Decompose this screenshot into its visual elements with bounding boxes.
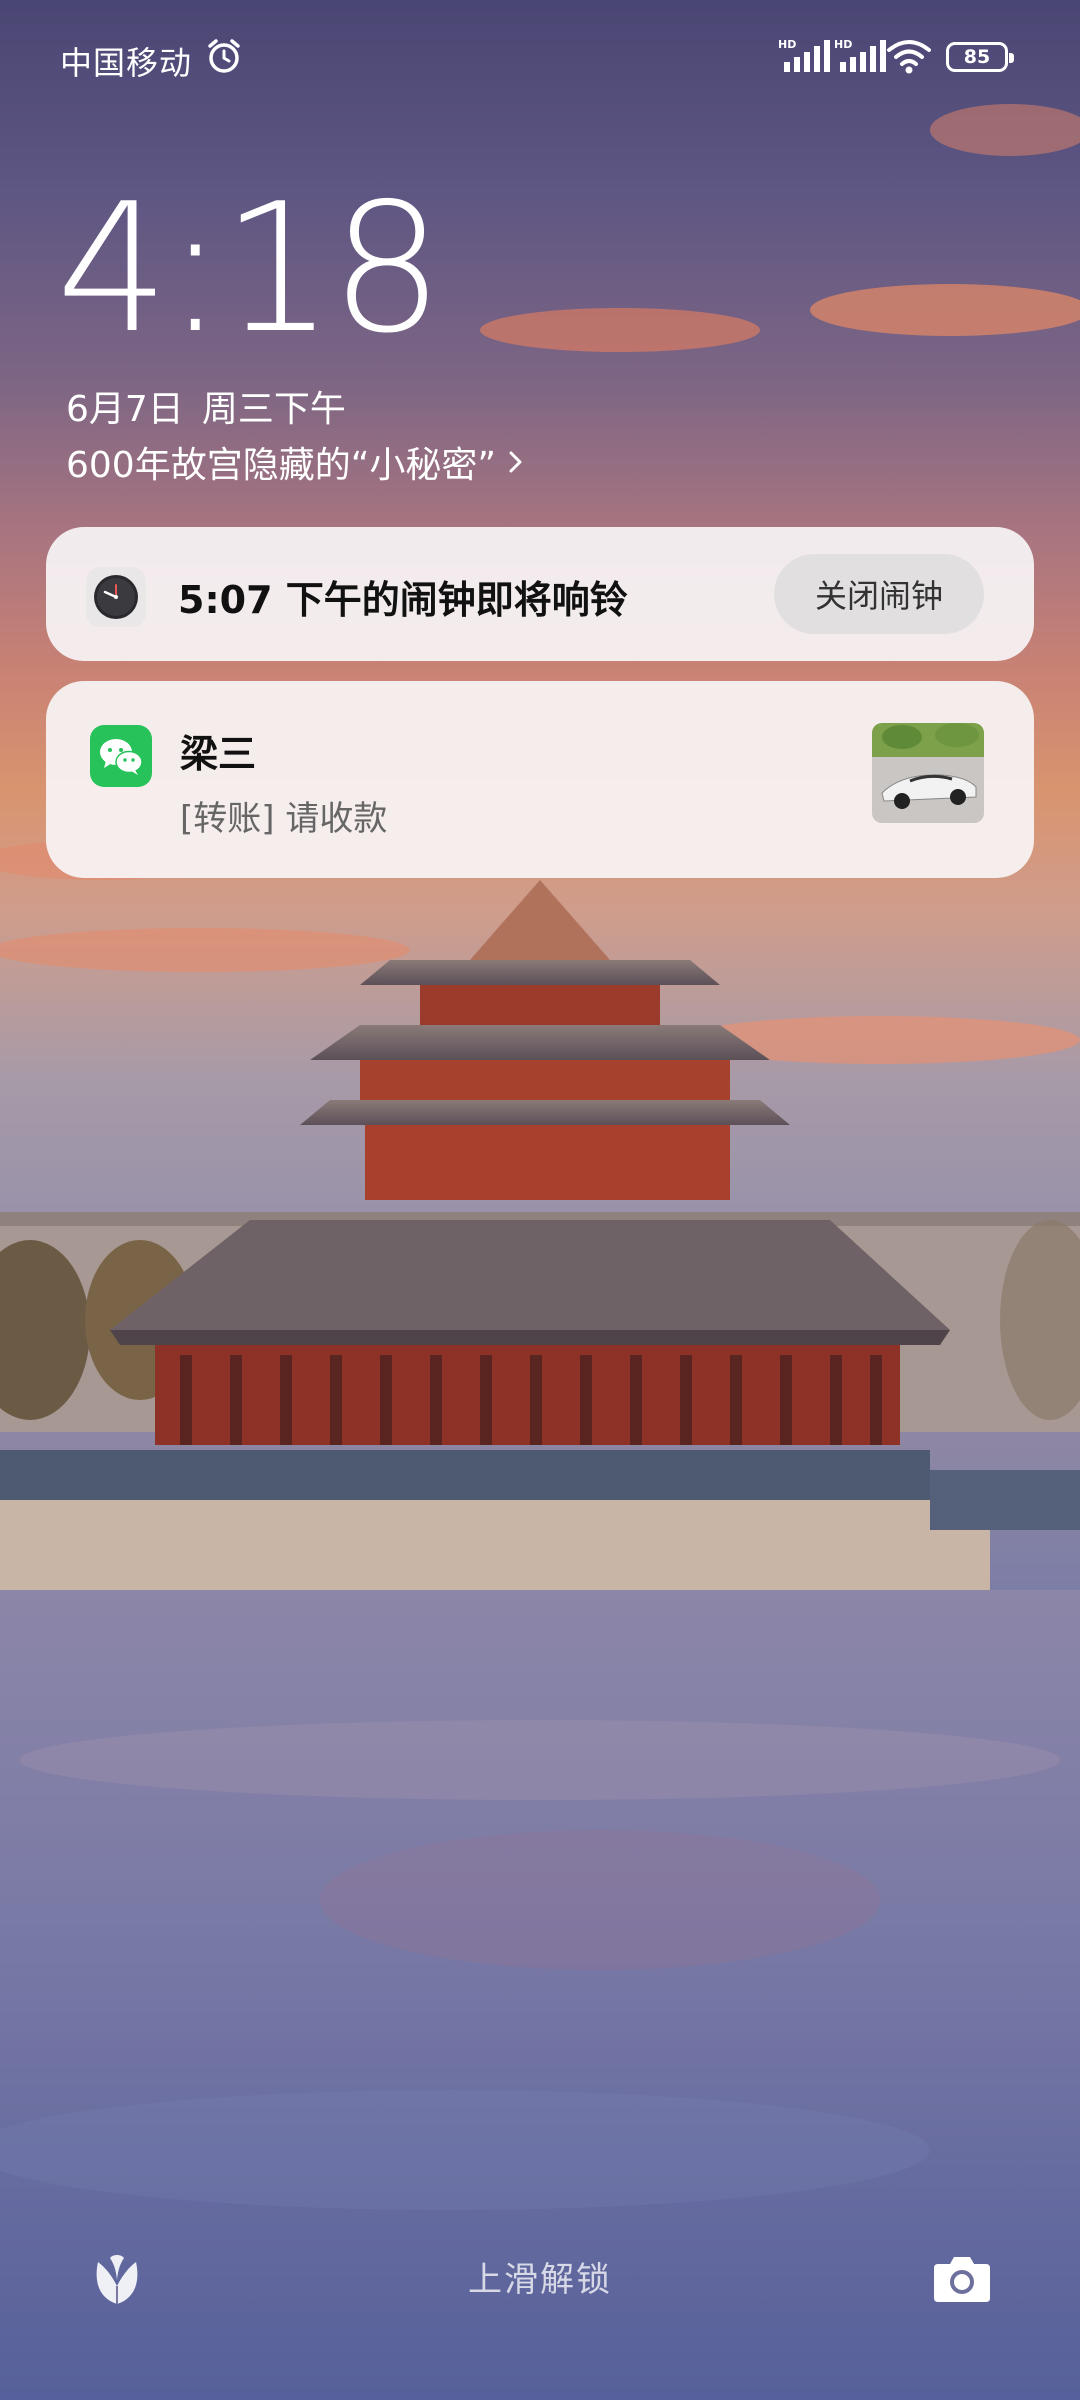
notification-sender: 梁三 — [180, 732, 257, 776]
chevron-right-icon — [509, 451, 522, 473]
sender-avatar-thumbnail — [872, 723, 984, 823]
signal-hd-label: HD — [834, 38, 852, 51]
battery-icon: 85 — [946, 42, 1014, 72]
weekday-period: 周三下午 — [201, 389, 346, 430]
date: 6月7日 — [66, 389, 184, 430]
date-line: 6月7日 周三下午 — [66, 380, 346, 432]
battery-level: 85 — [963, 46, 991, 68]
carrier-name: 中国移动 — [60, 44, 193, 82]
alarm-clock-icon — [208, 39, 240, 73]
wallpaper-story-link[interactable]: 600年故宫隐藏的“小秘密” — [66, 436, 526, 488]
swipe-up-unlock-hint: 上滑解锁 — [468, 2260, 612, 2300]
status-bar: 中国移动 HD HD 85 — [0, 0, 1080, 110]
notification-message: [转账] 请收款 — [180, 799, 388, 839]
wechat-icon — [90, 725, 152, 787]
alarm-notification[interactable]: 5:07 下午的闹钟即将响铃 关闭闹钟 — [46, 527, 1034, 661]
signal-hd-label: HD — [778, 38, 796, 51]
wechat-notification[interactable]: 梁三 [转账] 请收款 — [46, 681, 1034, 878]
dismiss-alarm-button[interactable]: 关闭闹钟 — [774, 554, 984, 634]
clock-time: 4:18 — [56, 165, 444, 372]
clock-app-icon — [86, 567, 146, 627]
alarm-notification-text: 5:07 下午的闹钟即将响铃 — [178, 578, 628, 622]
signal-strength-icon: HD — [834, 38, 886, 72]
lock-screen: 中国移动 HD HD 85 4:18 6月7日 周三下午 600年故宫隐藏的“小… — [0, 0, 1080, 2400]
camera-icon[interactable] — [932, 2252, 992, 2304]
wifi-icon — [887, 40, 931, 74]
signal-strength-icon: HD — [778, 38, 830, 72]
story-link-text: 600年故宫隐藏的“小秘密” — [66, 445, 497, 486]
